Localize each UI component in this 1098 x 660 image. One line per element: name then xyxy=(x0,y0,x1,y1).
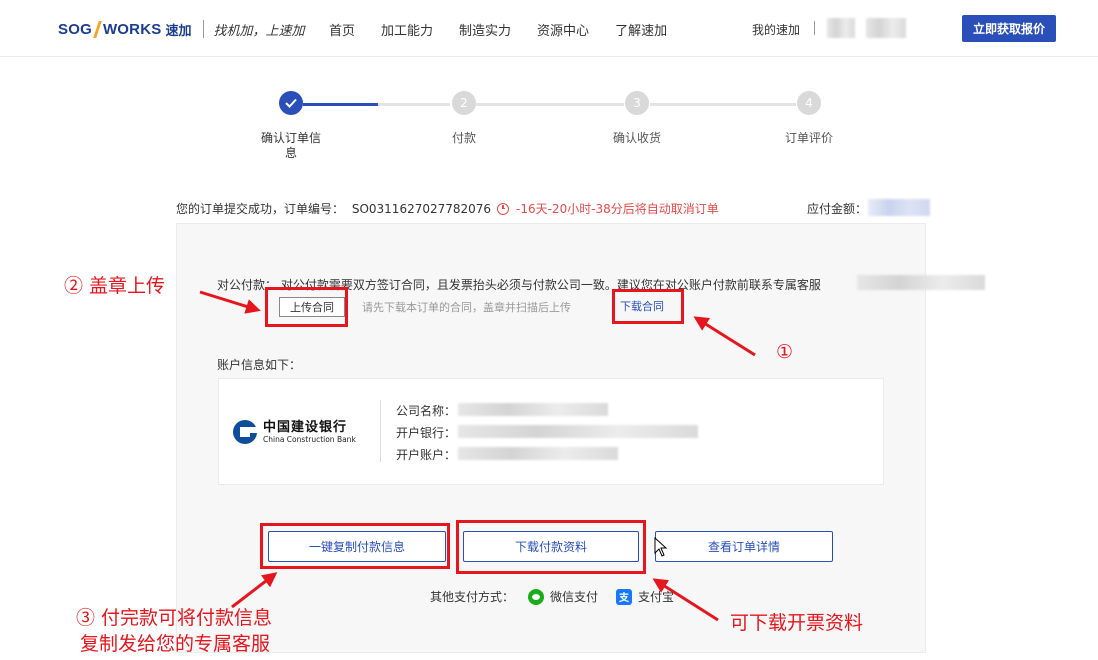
arrow-to-download-docs xyxy=(652,578,719,622)
annotation-arrows xyxy=(199,290,756,622)
arrow-to-download-contract xyxy=(693,316,756,357)
arrow-to-upload xyxy=(199,290,261,314)
arrow-to-copy-info xyxy=(231,572,278,609)
